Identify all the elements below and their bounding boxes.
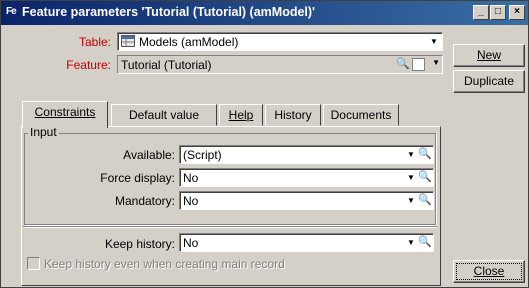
close-button-label: Close <box>473 264 505 278</box>
tab-label: History <box>274 108 312 122</box>
table-icon <box>121 35 135 47</box>
duplicate-button-label: Duplicate <box>463 74 515 88</box>
maximize-button[interactable]: □ <box>490 5 506 20</box>
available-combo[interactable]: (Script) ▼ 🔍 <box>179 145 434 164</box>
tab-label: Default value <box>128 108 200 122</box>
magnifier-icon[interactable]: 🔍 <box>418 170 432 185</box>
mandatory-combo[interactable]: No ▼ 🔍 <box>179 191 434 210</box>
chevron-down-icon[interactable]: ▼ <box>404 170 418 185</box>
magnifier-icon[interactable]: 🔍 <box>418 193 432 208</box>
minimize-button[interactable]: _ <box>473 5 489 20</box>
chevron-down-icon[interactable]: ▼ <box>432 58 440 67</box>
tab-label: Documents <box>330 108 392 122</box>
new-button[interactable]: New <box>453 44 525 67</box>
mandatory-label: Mandatory: <box>114 194 175 208</box>
title-bar[interactable]: Fe Feature parameters 'Tutorial (Tutoria… <box>1 1 528 25</box>
duplicate-button[interactable]: Duplicate <box>453 70 525 93</box>
tab-constraints[interactable]: Constraints <box>22 101 108 128</box>
force-display-value: No <box>183 171 199 185</box>
magnifier-icon[interactable]: 🔍 <box>418 147 432 162</box>
available-value: (Script) <box>183 148 222 162</box>
tab-default-value[interactable]: Default value <box>111 104 217 126</box>
keep-history-label: Keep history: <box>104 237 175 251</box>
feature-field[interactable]: Tutorial (Tutorial) 🔍 ▼ <box>117 55 443 74</box>
feature-value: Tutorial (Tutorial) <box>121 58 212 72</box>
table-value: Models (amModel) <box>139 35 239 49</box>
tab-documents[interactable]: Documents <box>323 104 399 126</box>
details-icon[interactable] <box>412 58 425 71</box>
keep-history-value: No <box>183 236 199 250</box>
keep-history-combo[interactable]: No ▼ 🔍 <box>179 233 434 252</box>
window-title: Feature parameters 'Tutorial (Tutorial) … <box>22 5 316 19</box>
close-button[interactable]: Close <box>453 260 525 283</box>
chevron-down-icon[interactable]: ▼ <box>404 235 418 250</box>
keep-history-main-checkbox[interactable] <box>27 257 40 270</box>
available-label: Available: <box>123 148 175 162</box>
tab-label: Help <box>228 108 254 122</box>
force-display-combo[interactable]: No ▼ 🔍 <box>179 168 434 187</box>
keep-history-main-label: Keep history even when creating main rec… <box>44 257 285 271</box>
feature-parameters-window: Fe Feature parameters 'Tutorial (Tutoria… <box>0 0 529 288</box>
tab-help[interactable]: Help <box>219 104 263 126</box>
table-label: Table: <box>78 35 111 49</box>
close-window-button[interactable]: × <box>509 5 525 20</box>
tab-history[interactable]: History <box>265 104 321 126</box>
mandatory-value: No <box>183 194 199 208</box>
chevron-down-icon[interactable]: ▼ <box>404 193 418 208</box>
tab-label: Constraints <box>34 105 96 119</box>
table-combo[interactable]: Models (amModel) ▼ <box>117 32 443 51</box>
feature-app-icon: Fe <box>6 6 17 17</box>
chevron-down-icon[interactable]: ▼ <box>404 147 418 162</box>
feature-label: Feature: <box>66 58 111 72</box>
new-button-label: New <box>476 48 501 62</box>
force-display-label: Force display: <box>100 171 175 185</box>
magnifier-icon[interactable]: 🔍 <box>418 235 432 250</box>
separator <box>23 226 437 228</box>
magnifier-icon[interactable]: 🔍 <box>396 57 410 70</box>
chevron-down-icon[interactable]: ▼ <box>427 34 441 49</box>
